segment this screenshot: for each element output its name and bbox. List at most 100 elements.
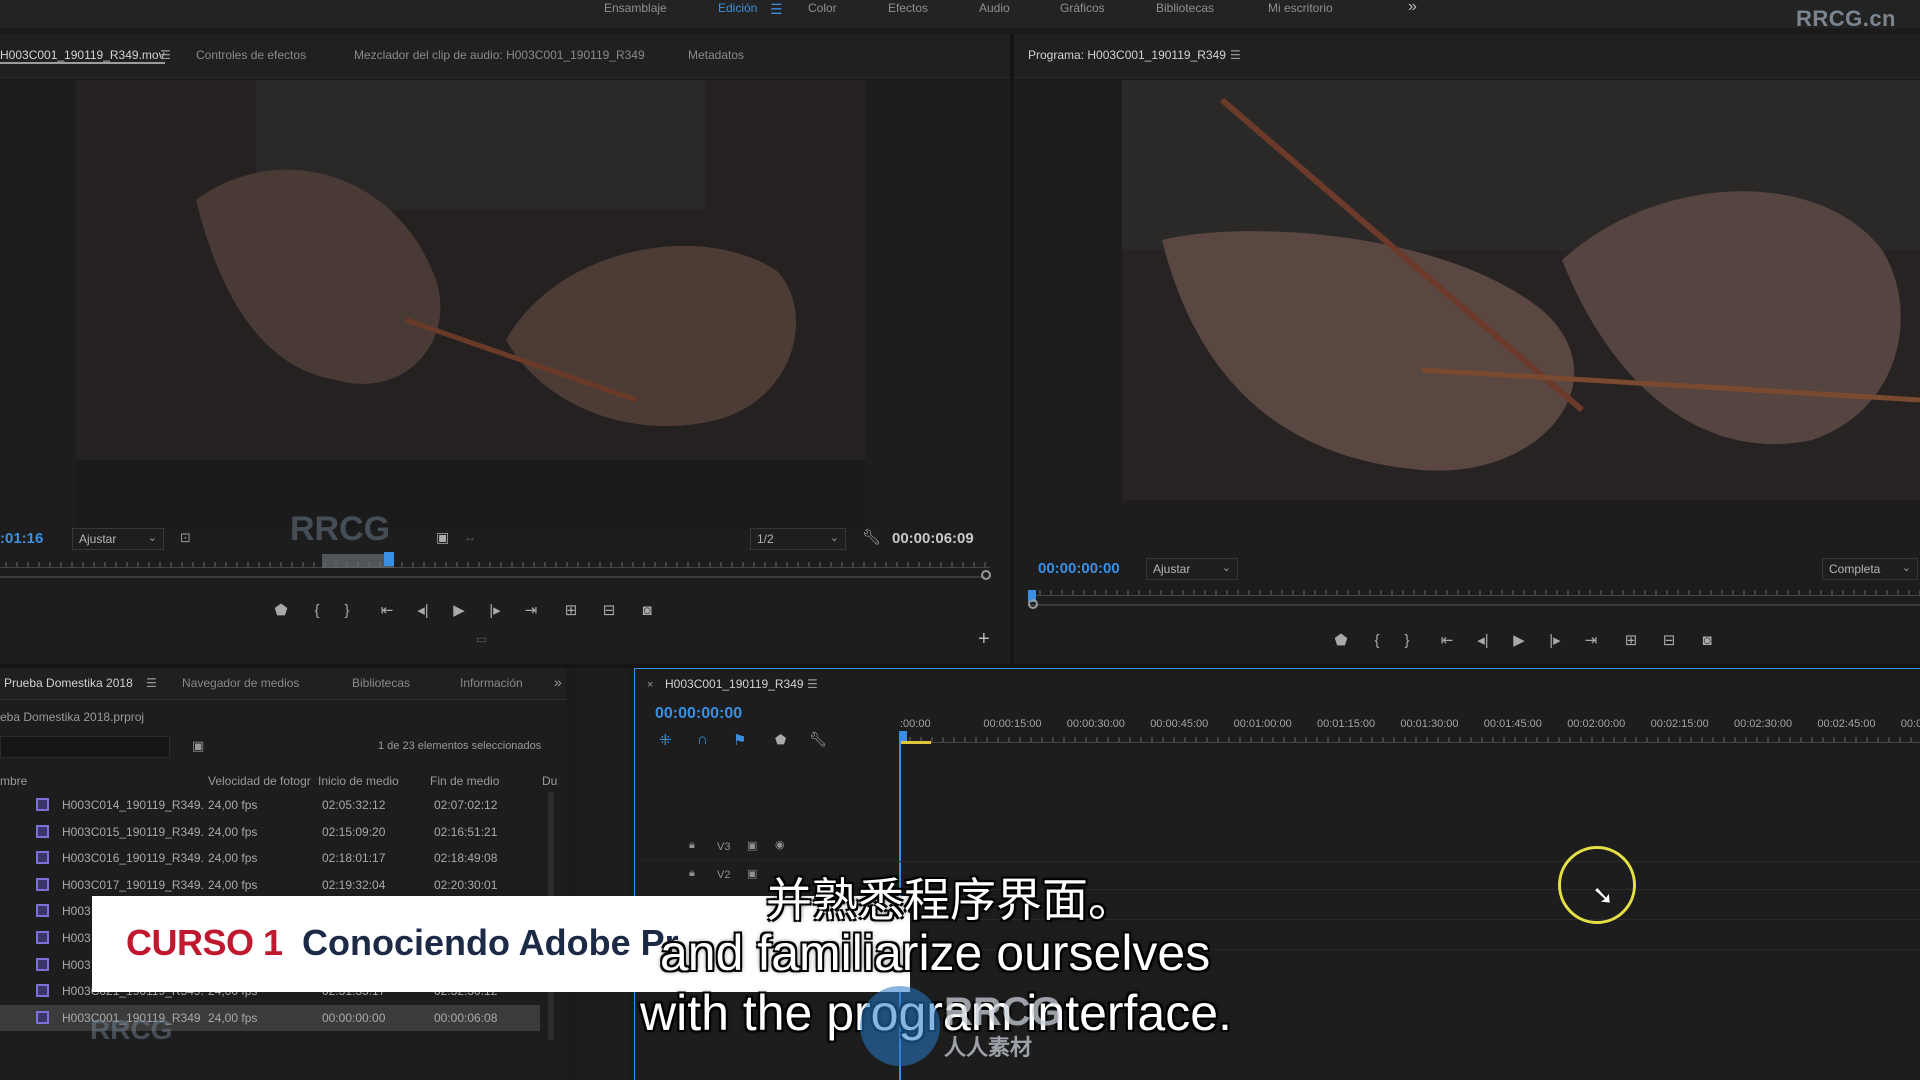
camera-icon[interactable]: ◙ [632,598,662,622]
source-zoom-select[interactable]: Ajustar ⌄ [72,528,164,550]
tab-graficos[interactable]: Gráficos [1060,0,1105,16]
step-forward-icon[interactable]: |▸ [480,598,510,622]
tab-bibliotecas[interactable]: Bibliotecas [1156,0,1214,16]
col-name[interactable]: mbre [0,774,27,788]
mark-in-icon[interactable]: { [1362,628,1392,652]
step-back-icon[interactable]: ◂| [1468,628,1498,652]
tab-media-browser[interactable]: Navegador de medios [182,676,299,690]
eye-icon[interactable]: ◉ [775,838,785,851]
add-marker-icon[interactable]: ⬟ [775,732,786,748]
sync-lock-icon[interactable]: ▣ [747,839,757,852]
tab-mi-escritorio[interactable]: Mi escritorio [1268,0,1333,16]
lock-icon[interactable]: 🔒︎ [689,839,695,852]
panel-menu-icon[interactable]: ☰ [1230,48,1241,62]
go-to-in-icon[interactable]: ⇤ [1432,628,1462,652]
drag-video-icon[interactable]: ↔ [464,530,476,544]
tab-effect-controls[interactable]: Controles de efectos [196,48,306,62]
go-to-out-icon[interactable]: ⇥ [1576,628,1606,652]
source-time-ruler[interactable] [0,554,990,568]
playhead-handle[interactable] [899,731,907,741]
timeline-timecode[interactable]: 00:00:00:00 [655,705,742,723]
mark-in-icon[interactable]: { [302,598,332,622]
list-item[interactable]: H003C001_190119_R349 24,00 fps 00:00:00:00… [0,1004,540,1031]
work-area-bar[interactable] [899,741,931,744]
tab-libraries[interactable]: Bibliotecas [352,676,410,690]
settings-square-icon[interactable]: ⊡ [180,530,191,546]
source-transport-controls: ⬟ { } ⇤ ◂| ▶ |▸ ⇥ ⊞ ⊟ ◙ [266,598,662,622]
tab-program[interactable]: Programa: H003C001_190119_R349 [1028,48,1226,62]
linked-selection-icon[interactable]: ⚑ [733,731,746,749]
panel-menu-icon[interactable]: ☰ [807,677,818,691]
tab-info[interactable]: Información [460,676,523,690]
chevron-down-icon: ⌄ [1221,562,1231,574]
close-icon[interactable]: × [647,679,653,691]
program-resolution-select[interactable]: Completa ⌄ [1822,558,1918,580]
camera-icon[interactable]: ◙ [1692,628,1722,652]
overwrite-icon[interactable]: ⊟ [594,598,624,622]
list-item[interactable]: H003C015_190119_R349. 24,00 fps 02:15:09:2… [0,819,540,845]
program-timecode[interactable]: 00:00:00:00 [1038,560,1120,577]
cell-start: 02:15:09:20 [322,824,386,839]
lock-icon[interactable]: 🔒︎ [689,867,695,880]
panel-menu-icon[interactable]: ☰ [146,676,157,690]
zoom-handle[interactable] [1028,599,1038,609]
col-media-start[interactable]: Inicio de medio [318,774,399,788]
tab-audio-clip-mixer[interactable]: Mezclador del clip de audio: H003C001_19… [354,48,645,62]
tab-efectos[interactable]: Efectos [888,0,928,16]
program-zoom-select[interactable]: Ajustar ⌄ [1146,558,1238,580]
double-chevron-right-icon[interactable]: » [1408,0,1417,16]
program-zoom-bar[interactable] [1028,604,1920,606]
search-input[interactable] [0,736,170,758]
tab-source-clip[interactable]: H003C001_190119_R349.mov [0,48,165,64]
tab-metadata[interactable]: Metadatos [688,48,744,62]
extract-icon[interactable]: ⊟ [1654,628,1684,652]
add-marker-icon[interactable]: ⬟ [1326,628,1356,652]
go-to-out-icon[interactable]: ⇥ [516,598,546,622]
snap-magnet-icon[interactable]: ∩ [697,731,708,748]
track-label[interactable]: V2 [717,869,730,881]
tab-project[interactable]: Prueba Domestika 2018 [4,676,133,690]
source-timecode[interactable]: :01:16 [0,530,43,547]
timeline-ruler[interactable] [899,729,1920,743]
timeline-settings-icon[interactable]: 🔧︎ [809,731,827,748]
tab-ensamblaje[interactable]: Ensamblaje [604,0,667,16]
sync-lock-icon[interactable]: ▣ [747,867,757,880]
play-icon[interactable]: ▶ [444,598,474,622]
comment-icon[interactable]: ▭ [476,632,487,646]
tab-color[interactable]: Color [808,0,837,16]
ruler-label: 00:01:30:00 [1400,718,1459,730]
workspace-menu-icon[interactable]: ☰ [770,1,783,18]
panel-menu-icon[interactable]: ☰ [160,48,171,62]
track-label[interactable]: V3 [717,841,730,853]
tab-audio[interactable]: Audio [979,0,1010,16]
insert-icon[interactable]: ⊞ [556,598,586,622]
lift-icon[interactable]: ⊞ [1616,628,1646,652]
list-item[interactable]: H003C016_190119_R349. 24,00 fps 02:18:01:1… [0,845,540,871]
export-frame-icon[interactable]: ▣ [436,529,449,546]
list-item[interactable]: H003C017_190119_R349. 24,00 fps 02:19:32:0… [0,872,540,898]
add-button-icon[interactable]: + [978,628,990,651]
new-bin-icon[interactable]: ▣ [192,738,204,754]
source-resolution-select[interactable]: 1/2 ⌄ [750,528,846,550]
add-marker-icon[interactable]: ⬟ [266,598,296,622]
nest-icon[interactable]: ⁜ [659,731,672,749]
step-back-icon[interactable]: ◂| [408,598,438,622]
zoom-handle[interactable] [981,570,991,580]
list-item[interactable]: H003C014_190119_R349. 24,00 fps 02:05:32:1… [0,792,540,818]
double-chevron-right-icon[interactable]: » [554,674,562,690]
go-to-in-icon[interactable]: ⇤ [372,598,402,622]
step-forward-icon[interactable]: |▸ [1540,628,1570,652]
col-media-end[interactable]: Fin de medio [430,774,499,788]
col-fps[interactable]: Velocidad de fotogr [208,774,311,788]
col-duration[interactable]: Du [542,774,557,788]
play-icon[interactable]: ▶ [1504,628,1534,652]
tab-sequence[interactable]: H003C001_190119_R349 [665,677,804,691]
cell-fps: 24,00 fps [208,877,258,892]
wrench-icon[interactable]: 🔧︎ [862,528,881,546]
mark-out-icon[interactable]: } [1392,628,1422,652]
mark-out-icon[interactable]: } [332,598,362,622]
tab-edicion[interactable]: Edición [718,0,757,16]
source-playhead[interactable] [384,552,394,566]
program-time-ruler[interactable] [1028,582,1920,596]
source-zoom-bar[interactable] [0,576,985,578]
